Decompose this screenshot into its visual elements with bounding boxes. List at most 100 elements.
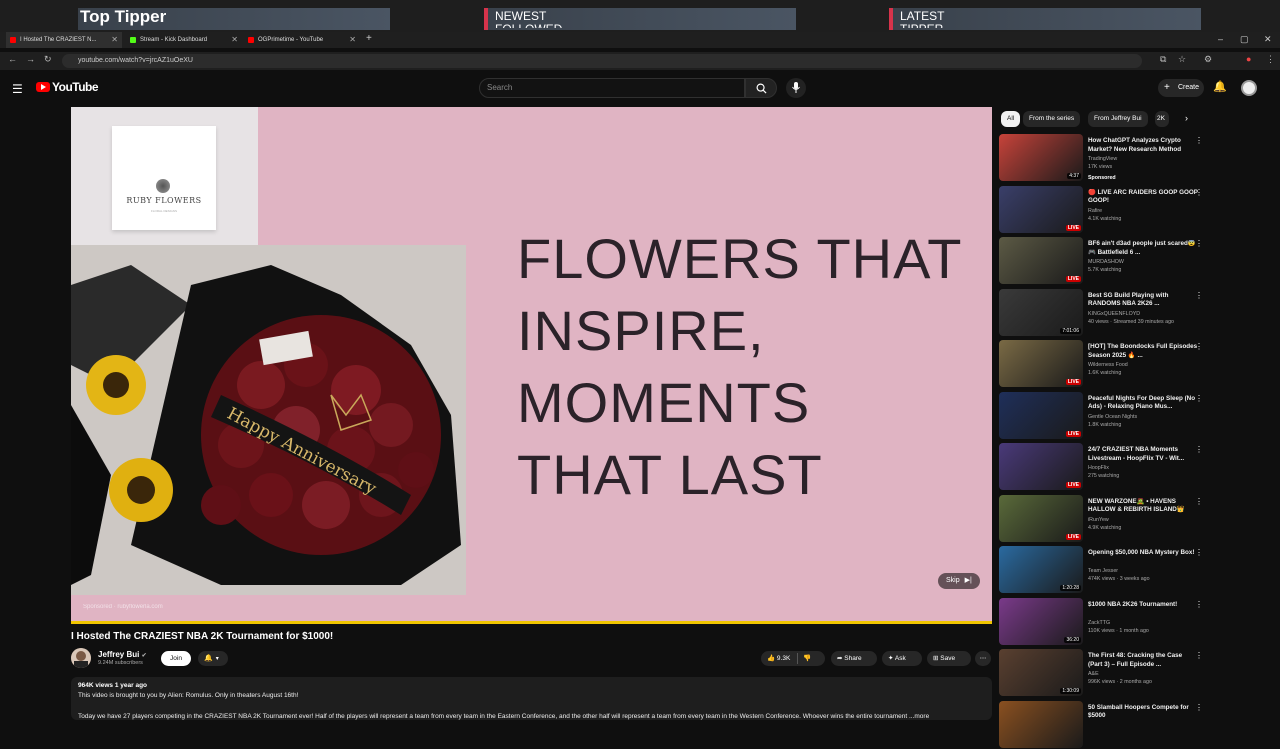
new-tab-icon[interactable]: + [366, 33, 372, 44]
create-button[interactable]: + Create [1158, 79, 1204, 97]
recommendation-item[interactable]: 36:20 $1000 NBA 2K26 Tournament! ZackTTG 11… [999, 597, 1209, 646]
chip-from-channel[interactable]: From Jeffrey Bui [1088, 111, 1148, 127]
more-options-icon[interactable]: ⋮ [1195, 548, 1203, 557]
video-thumbnail[interactable]: LIVE [999, 494, 1083, 542]
more-options-icon[interactable]: ⋮ [1195, 394, 1203, 403]
forward-icon[interactable]: → [26, 54, 35, 64]
more-actions-button[interactable]: ⋯ [975, 651, 991, 666]
recommendation-channel[interactable]: Wilderness Food [1088, 362, 1198, 368]
voice-search-button[interactable] [786, 78, 806, 98]
close-tab-icon[interactable]: ✕ [349, 32, 356, 48]
video-thumbnail[interactable]: 1:20:28 [999, 546, 1083, 593]
recommendation-item[interactable]: LIVE NEW WARZONE🧟 • HAVENS HALLOW & REBIR… [999, 494, 1209, 543]
chip-from-series[interactable]: From the series [1023, 111, 1081, 127]
description-box[interactable]: 964K views 1 year ago This video is brou… [71, 677, 992, 720]
video-thumbnail[interactable] [999, 700, 1083, 748]
video-thumbnail[interactable]: 7:01:06 [999, 288, 1083, 336]
maximize-icon[interactable]: ▢ [1240, 34, 1249, 45]
video-thumbnail[interactable]: 4:37 [999, 134, 1083, 181]
reload-icon[interactable]: ↻ [44, 54, 52, 65]
notifications-bell-icon[interactable]: 🔔 [1213, 80, 1227, 93]
channel-avatar[interactable] [71, 648, 91, 668]
video-thumbnail[interactable]: LIVE [999, 185, 1083, 233]
more-options-icon[interactable]: ⋮ [1195, 497, 1203, 506]
recommendation-channel[interactable]: A&E [1088, 671, 1198, 677]
search-input[interactable]: Search [479, 78, 745, 98]
browser-tab[interactable]: I Hosted The CRAZIEST N... ✕ [6, 32, 122, 48]
bookmark-star-icon[interactable]: ☆ [1178, 54, 1186, 65]
recommendation-title[interactable]: Opening $50,000 NBA Mystery Box! [1088, 549, 1198, 558]
recommendation-channel[interactable]: Team Jesser [1088, 568, 1198, 574]
more-options-icon[interactable]: ⋮ [1195, 445, 1203, 454]
video-thumbnail[interactable]: LIVE [999, 443, 1083, 490]
close-window-icon[interactable]: ✕ [1264, 34, 1272, 45]
recommendation-channel[interactable]: Gentle Ocean Nights [1088, 414, 1198, 420]
like-button[interactable]: 👍 9.3K [767, 651, 790, 666]
more-options-icon[interactable]: ⋮ [1195, 239, 1203, 248]
chip-2k[interactable]: 2K [1155, 111, 1169, 127]
recommendation-title[interactable]: [HOT] The Boondocks Full Episodes Season… [1088, 343, 1198, 360]
profile-icon[interactable]: ● [1246, 54, 1251, 64]
more-options-icon[interactable]: ⋮ [1195, 291, 1203, 300]
more-options-icon[interactable]: ⋮ [1195, 342, 1203, 351]
more-options-icon[interactable]: ⋮ [1195, 136, 1203, 145]
recommendation-title[interactable]: The First 48: Cracking the Case (Part 3)… [1088, 652, 1198, 669]
recommendation-title[interactable]: How ChatGPT Analyzes Crypto Market? New … [1088, 137, 1198, 154]
menu-dots-icon[interactable]: ⋮ [1266, 54, 1275, 65]
recommendation-item[interactable]: LIVE 24/7 CRAZIEST NBA Moments Livestream… [999, 443, 1209, 491]
video-thumbnail[interactable]: 1:30:09 [999, 649, 1083, 696]
recommendation-channel[interactable]: ZackTTG [1088, 620, 1198, 626]
recommendation-title[interactable]: 🔴 LIVE ARC RAIDERS GOOP GOOP GOOP! [1088, 189, 1198, 206]
share-button[interactable]: ➦ Share [831, 651, 877, 666]
skip-ad-button[interactable]: Skip ▶| [938, 573, 980, 589]
recommendation-title[interactable]: 50 Slamball Hoopers Compete for $5000 [1088, 704, 1198, 721]
more-options-icon[interactable]: ⋮ [1195, 600, 1203, 609]
video-thumbnail[interactable]: LIVE [999, 340, 1083, 387]
channel-name[interactable]: Jeffrey Bui ✔ [98, 650, 147, 659]
recommendation-title[interactable]: BF6 ain't d3ad people just scared😨 🎮 Bat… [1088, 240, 1198, 257]
recommendation-channel[interactable]: iRunYew [1088, 517, 1198, 523]
recommendation-item[interactable]: 4:37 How ChatGPT Analyzes Crypto Market? … [999, 134, 1209, 182]
recommendation-title[interactable]: 24/7 CRAZIEST NBA Moments Livestream - H… [1088, 446, 1198, 463]
recommendation-item[interactable]: 50 Slamball Hoopers Compete for $5000 ⋮ [999, 700, 1209, 749]
recommendation-item[interactable]: 1:20:28 Opening $50,000 NBA Mystery Box! T… [999, 546, 1209, 594]
save-button[interactable]: ⊞ Save [927, 651, 971, 666]
subscribed-bell-button[interactable]: 🔔 ▾ [198, 651, 228, 666]
more-options-icon[interactable]: ⋮ [1195, 188, 1203, 197]
recommendation-title[interactable]: NEW WARZONE🧟 • HAVENS HALLOW & REBIRTH I… [1088, 498, 1198, 515]
ad-sponsored-label[interactable]: Sponsored · rubyflowerla.com [83, 604, 163, 610]
browser-tab[interactable]: Stream - Kick Dashboard ✕ [126, 32, 242, 48]
video-thumbnail[interactable]: LIVE [999, 391, 1083, 439]
url-field[interactable]: youtube.com/watch?v=jrcAZ1uOeXU [62, 54, 1142, 68]
chevron-right-icon[interactable]: › [1185, 113, 1188, 123]
minimize-icon[interactable]: – [1218, 34, 1223, 44]
recommendation-channel[interactable]: KINGxQUEENFLOYD [1088, 311, 1198, 317]
recommendation-item[interactable]: LIVE BF6 ain't d3ad people just scared😨 🎮… [999, 237, 1209, 285]
install-icon[interactable]: ⧉ [1160, 54, 1166, 65]
browser-tab[interactable]: OGPrimetime - YouTube ✕ [244, 32, 360, 48]
close-tab-icon[interactable]: ✕ [111, 32, 118, 48]
recommendation-channel[interactable]: Rafire [1088, 208, 1198, 214]
ad-progress-bar[interactable] [71, 621, 992, 624]
more-options-icon[interactable]: ⋮ [1195, 703, 1203, 712]
recommendation-title[interactable]: Peaceful Nights For Deep Sleep (No Ads) … [1088, 395, 1198, 412]
recommendation-channel[interactable]: TradingView [1088, 156, 1198, 162]
video-thumbnail[interactable]: 36:20 [999, 597, 1083, 645]
video-thumbnail[interactable]: LIVE [999, 237, 1083, 284]
recommendation-item[interactable]: 1:30:09 The First 48: Cracking the Case (… [999, 649, 1209, 697]
more-options-icon[interactable]: ⋮ [1195, 651, 1203, 660]
recommendation-item[interactable]: LIVE [HOT] The Boondocks Full Episodes Se… [999, 340, 1209, 388]
dislike-button[interactable]: 👎 [803, 651, 811, 666]
avatar[interactable] [1241, 80, 1257, 96]
join-button[interactable]: Join [161, 651, 191, 666]
recommendation-item[interactable]: LIVE Peaceful Nights For Deep Sleep (No A… [999, 391, 1209, 440]
recommendation-channel[interactable]: MURDASHOW [1088, 259, 1198, 265]
video-player[interactable]: RUBY FLOWERS FLORAL DESIGNS Happy Annive… [71, 107, 992, 624]
recommendation-channel[interactable]: HoopFlix [1088, 465, 1198, 471]
recommendation-item[interactable]: LIVE 🔴 LIVE ARC RAIDERS GOOP GOOP GOOP! Ra… [999, 185, 1209, 234]
ask-button[interactable]: ✦ Ask [882, 651, 922, 666]
extensions-icon[interactable]: ⚙ [1204, 54, 1212, 65]
recommendation-item[interactable]: 7:01:06 Best SG Build Playing with RANDOM… [999, 288, 1209, 337]
recommendation-title[interactable]: Best SG Build Playing with RANDOMS NBA 2… [1088, 292, 1198, 309]
back-icon[interactable]: ← [8, 54, 17, 64]
